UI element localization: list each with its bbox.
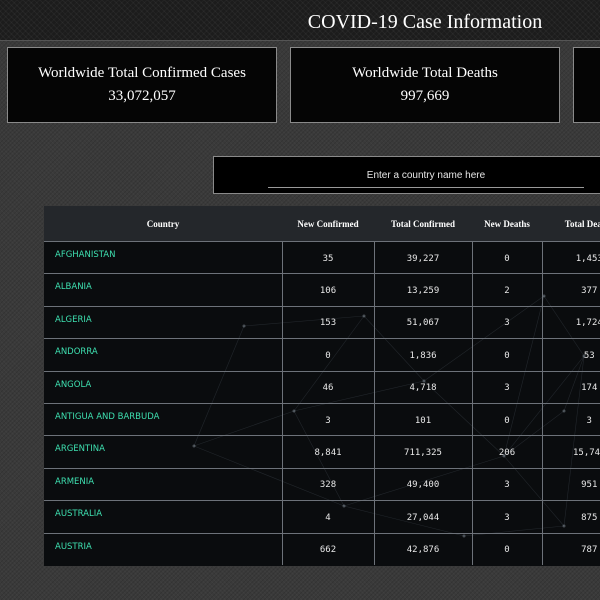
- total-confirmed-cell: 39,227: [373, 240, 472, 274]
- table-row[interactable]: ANTIGUA AND BARBUDA 3 101 0 3: [44, 402, 600, 436]
- table-body: AFGHANISTAN 35 39,227 0 1,453 ALBANIA 10…: [44, 240, 600, 566]
- total-confirmed-cell: 711,325: [373, 435, 472, 469]
- country-cell[interactable]: ALBANIA: [44, 273, 282, 307]
- new-deaths-cell: 3: [471, 500, 542, 534]
- table-row[interactable]: ANDORRA 0 1,836 0 53: [44, 338, 600, 372]
- third-stat-card: [573, 47, 600, 123]
- total-deaths-cell: 174: [541, 370, 600, 404]
- new-deaths-cell: 0: [471, 402, 542, 436]
- table-row[interactable]: AFGHANISTAN 35 39,227 0 1,453: [44, 240, 600, 274]
- new-deaths-cell: 2: [471, 273, 542, 307]
- new-confirmed-cell: 46: [281, 370, 374, 404]
- country-cell[interactable]: ANTIGUA AND BARBUDA: [44, 402, 282, 436]
- column-header-new-deaths[interactable]: New Deaths: [472, 206, 542, 242]
- new-confirmed-cell: 153: [281, 305, 374, 339]
- total-deaths-cell: 787: [541, 532, 600, 566]
- table-header: Country New Confirmed Total Confirmed Ne…: [44, 206, 600, 242]
- new-confirmed-cell: 8,841: [281, 435, 374, 469]
- total-confirmed-card: Worldwide Total Confirmed Cases 33,072,0…: [7, 47, 277, 123]
- country-cell[interactable]: ANDORRA: [44, 338, 282, 372]
- total-deaths-value: 997,669: [400, 88, 450, 104]
- page-title: COVID-19 Case Information: [307, 11, 543, 33]
- country-search-input[interactable]: [268, 163, 584, 188]
- total-deaths-cell: 951: [541, 467, 600, 501]
- total-deaths-cell: 1,453: [541, 240, 600, 274]
- table-row[interactable]: ALGERIA 153 51,067 3 1,724: [44, 305, 600, 339]
- total-deaths-cell: 15,749: [541, 435, 600, 469]
- country-cell[interactable]: ARGENTINA: [44, 435, 282, 469]
- total-deaths-cell: 377: [541, 273, 600, 307]
- total-deaths-cell: 875: [541, 500, 600, 534]
- new-confirmed-cell: 35: [281, 240, 374, 274]
- header-row: Country New Confirmed Total Confirmed Ne…: [44, 206, 600, 242]
- cases-table-container[interactable]: Country New Confirmed Total Confirmed Ne…: [44, 206, 600, 566]
- total-confirmed-cell: 4,718: [373, 370, 472, 404]
- new-confirmed-cell: 3: [281, 402, 374, 436]
- new-confirmed-cell: 106: [281, 273, 374, 307]
- table-row[interactable]: ARGENTINA 8,841 711,325 206 15,749: [44, 435, 600, 469]
- country-cell[interactable]: AFGHANISTAN: [44, 240, 282, 274]
- cases-table: Country New Confirmed Total Confirmed Ne…: [44, 206, 600, 566]
- new-confirmed-cell: 662: [281, 532, 374, 566]
- new-deaths-cell: 0: [471, 532, 542, 566]
- total-deaths-cell: 1,724: [541, 305, 600, 339]
- search-container: [213, 156, 600, 194]
- column-header-new-confirmed[interactable]: New Confirmed: [282, 206, 374, 242]
- table-row[interactable]: ANGOLA 46 4,718 3 174: [44, 370, 600, 404]
- country-cell[interactable]: AUSTRIA: [44, 532, 282, 566]
- total-confirmed-cell: 101: [373, 402, 472, 436]
- column-header-total-confirmed[interactable]: Total Confirmed: [374, 206, 472, 242]
- new-confirmed-cell: 4: [281, 500, 374, 534]
- total-confirmed-cell: 1,836: [373, 338, 472, 372]
- country-cell[interactable]: AUSTRALIA: [44, 500, 282, 534]
- new-confirmed-cell: 328: [281, 467, 374, 501]
- new-deaths-cell: 3: [471, 305, 542, 339]
- new-deaths-cell: 3: [471, 370, 542, 404]
- country-cell[interactable]: ANGOLA: [44, 370, 282, 404]
- total-confirmed-value: 33,072,057: [108, 88, 176, 104]
- country-cell[interactable]: ALGERIA: [44, 305, 282, 339]
- column-header-total-deaths[interactable]: Total Deaths: [542, 206, 600, 242]
- new-deaths-cell: 0: [471, 240, 542, 274]
- column-header-country[interactable]: Country: [44, 206, 282, 242]
- total-confirmed-cell: 13,259: [373, 273, 472, 307]
- total-deaths-cell: 53: [541, 338, 600, 372]
- total-confirmed-cell: 49,400: [373, 467, 472, 501]
- country-cell[interactable]: ARMENIA: [44, 467, 282, 501]
- total-confirmed-cell: 42,876: [373, 532, 472, 566]
- table-row[interactable]: ALBANIA 106 13,259 2 377: [44, 273, 600, 307]
- total-deaths-cell: 3: [541, 402, 600, 436]
- total-confirmed-cell: 27,044: [373, 500, 472, 534]
- new-deaths-cell: 0: [471, 338, 542, 372]
- new-deaths-cell: 3: [471, 467, 542, 501]
- table-row[interactable]: AUSTRALIA 4 27,044 3 875: [44, 500, 600, 534]
- total-deaths-label: Worldwide Total Deaths: [352, 65, 498, 81]
- total-confirmed-cell: 51,067: [373, 305, 472, 339]
- new-deaths-cell: 206: [471, 435, 542, 469]
- table-row[interactable]: ARMENIA 328 49,400 3 951: [44, 467, 600, 501]
- title-bar: COVID-19 Case Information: [0, 0, 600, 41]
- new-confirmed-cell: 0: [281, 338, 374, 372]
- table-row[interactable]: AUSTRIA 662 42,876 0 787: [44, 532, 600, 566]
- total-deaths-card: Worldwide Total Deaths 997,669: [290, 47, 560, 123]
- total-confirmed-label: Worldwide Total Confirmed Cases: [38, 65, 246, 81]
